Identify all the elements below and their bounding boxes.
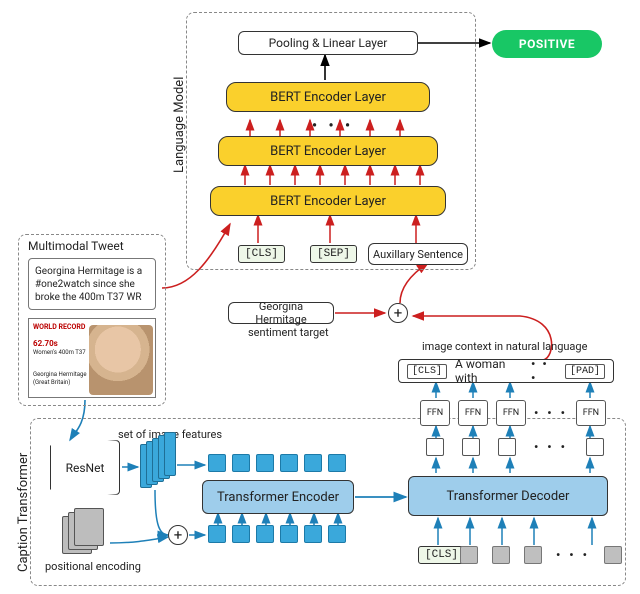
caption-cls: [CLS] [407,364,447,379]
bert-dots: • • • [312,118,354,134]
decoder-input-tokens: • • • [460,546,622,564]
tweet-img-time: 62.70s [33,339,58,348]
encoder-bottom-tokens [208,525,346,543]
resnet-block: ResNet [50,440,120,495]
image-context-label: image context in natural language [422,340,587,353]
pooling-linear-box: Pooling & Linear Layer [238,31,418,55]
language-model-label: Language Model [172,60,187,190]
caption-sequence-box: [CLS] A woman with • • • [PAD] [398,359,614,383]
tweet-img-country: (Great Britain) [33,379,70,386]
ffn-n: FFN [576,400,606,426]
transformer-encoder: Transformer Encoder [202,480,354,514]
ffn-dots: • • • [534,406,568,420]
pos-enc-label: positional encoding [45,560,141,573]
ffn-1: FFN [420,400,450,426]
plus-pos-enc: + [168,525,188,545]
bert-layer-3: BERT Encoder Layer [226,82,430,112]
ffn-3: FFN [496,400,526,426]
aux-sentence-box: Auxillary Sentence [368,243,468,265]
output-positive: POSITIVE [492,30,602,58]
dec-in-dots: • • • [556,548,590,562]
multimodal-label: Multimodal Tweet [28,239,124,253]
transformer-decoder: Transformer Decoder [408,476,608,516]
sentiment-target-label: sentiment target [248,326,329,339]
sep-token: [SEP] [310,245,357,263]
tweet-img-name: Georgina Hermitage [33,371,87,378]
caption-pad: [PAD] [565,364,605,379]
tweet-face-silhouette [89,325,153,395]
decoder-cls: [CLS] [418,546,465,564]
ffn-row: FFN FFN FFN • • • FFN [420,400,606,426]
caption-transformer-label: Caption Transformer [16,448,31,576]
tweet-img-banner: WORLD RECORD [33,323,85,331]
tweet-text: Georgina Hermitage is a #one2watch since… [28,258,156,310]
tweet-img-event: Women's 400m T37 [33,349,86,356]
caption-dots: • • • [531,357,557,385]
tweet-image: WORLD RECORD 62.70s Women's 400m T37 Geo… [28,318,156,398]
ffn-2: FFN [458,400,488,426]
cls-token: [CLS] [238,245,285,263]
bert-layer-1: BERT Encoder Layer [210,186,446,216]
sentiment-target-box: Georgina Hermitage [228,302,334,324]
plus-aux: + [388,303,408,323]
dec-top-dots: • • • [534,440,568,454]
decoder-top-tokens: • • • [426,438,604,456]
caption-text: A woman with [455,357,523,385]
bert-layer-2: BERT Encoder Layer [218,136,438,166]
encoder-top-tokens [208,454,346,472]
